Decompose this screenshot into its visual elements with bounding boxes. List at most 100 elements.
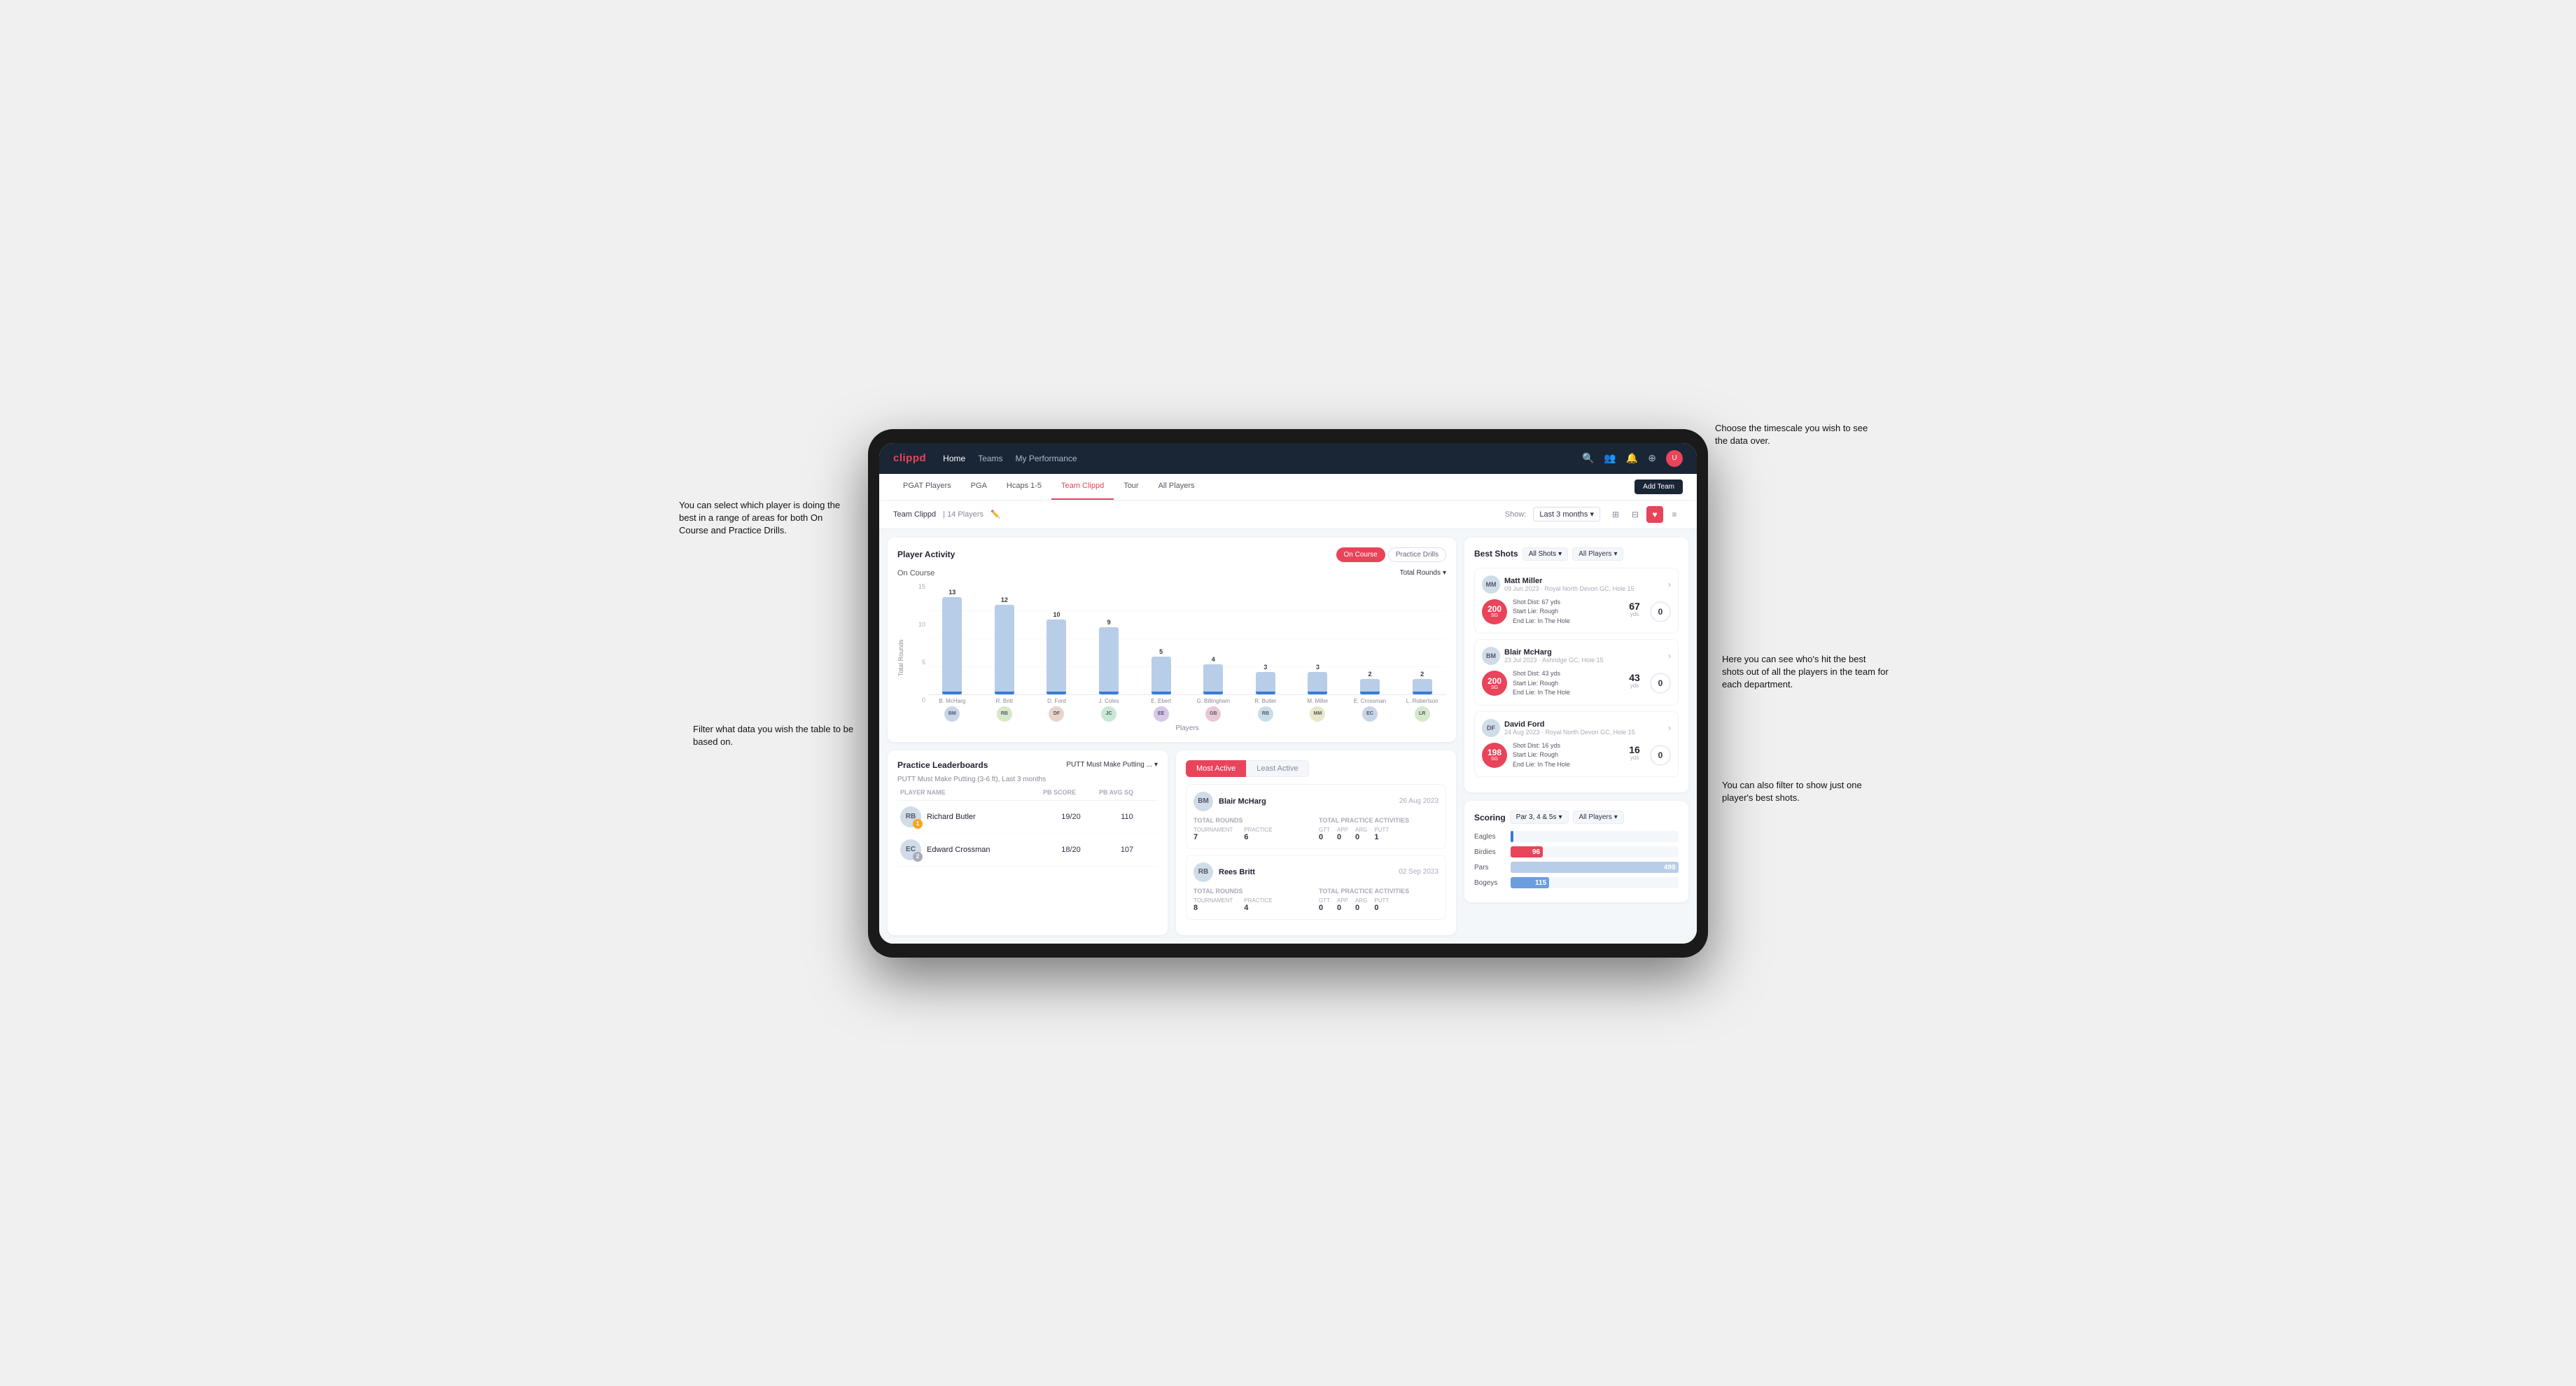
- toggle-practice[interactable]: Practice Drills: [1388, 547, 1446, 562]
- ma-gtt-group: GTT 0: [1319, 897, 1330, 912]
- ma-arg-group: ARG 0: [1355, 827, 1367, 841]
- add-team-button[interactable]: Add Team: [1634, 479, 1683, 494]
- view-icon-heart[interactable]: ♥: [1646, 506, 1663, 523]
- scoring-filter1[interactable]: Par 3, 4 & 5s ▾: [1510, 811, 1569, 824]
- ma-stats-section: Total Rounds Tournament 7 Practice 6 Tot…: [1194, 817, 1438, 841]
- view-icon-grid2[interactable]: ⊞: [1607, 506, 1624, 523]
- show-select[interactable]: Last 3 months ▾: [1533, 507, 1600, 522]
- bar[interactable]: [1256, 672, 1275, 694]
- bottom-panels: Practice Leaderboards PUTT Must Make Put…: [888, 750, 1456, 935]
- ma-players: BM Blair McHarg 26 Aug 2023 Total Rounds…: [1186, 784, 1446, 920]
- best-shots-panel: Best Shots All Shots ▾ All Players ▾ MM …: [1464, 538, 1688, 793]
- tab-tour[interactable]: Tour: [1114, 473, 1148, 500]
- tab-team-clippd[interactable]: Team Clippd: [1051, 473, 1114, 500]
- shot-card[interactable]: BM Blair McHarg 23 Jul 2023 · Ashridge G…: [1474, 639, 1679, 706]
- mini-avatar: DF: [1049, 706, 1064, 722]
- scoring-val: 96: [1532, 848, 1540, 856]
- bar[interactable]: [1203, 664, 1223, 694]
- chart-dropdown[interactable]: Total Rounds ▾: [1400, 569, 1446, 577]
- lb-row[interactable]: RB 1 Richard Butler 19/20 110: [897, 801, 1158, 834]
- chart-section-header: On Course Total Rounds ▾: [897, 569, 1446, 578]
- bar-highlight: [1413, 692, 1432, 694]
- ma-player-card[interactable]: BM Blair McHarg 26 Aug 2023 Total Rounds…: [1186, 784, 1446, 849]
- tab-hcaps[interactable]: Hcaps 1-5: [997, 473, 1051, 500]
- shot-location: 23 Jul 2023 · Ashridge GC, Hole 15: [1504, 657, 1664, 664]
- bar-highlight: [1099, 692, 1119, 694]
- ma-arg-group: ARG 0: [1355, 897, 1367, 912]
- tab-least-active[interactable]: Least Active: [1246, 760, 1308, 777]
- y-label-5: 5: [907, 659, 928, 666]
- rank-badge: 2: [913, 852, 923, 862]
- scoring-bar: [1511, 831, 1513, 842]
- annotation-left-bottom: Filter what data you wish the table to b…: [693, 723, 861, 748]
- ma-tournament-group: Tournament 7: [1194, 827, 1233, 841]
- bars-wrapper: 1312109543322: [928, 583, 1446, 695]
- best-shots-header: Best Shots All Shots ▾ All Players ▾: [1474, 547, 1679, 561]
- shot-card[interactable]: DF David Ford 24 Aug 2023 · Royal North …: [1474, 711, 1679, 778]
- chevron-right-icon: ›: [1668, 651, 1671, 661]
- scoring-val: 115: [1535, 879, 1546, 887]
- tab-all-players[interactable]: All Players: [1149, 473, 1205, 500]
- bs-filter-players[interactable]: All Players ▾: [1572, 547, 1623, 561]
- nav-link-performance[interactable]: My Performance: [1016, 454, 1077, 463]
- search-icon[interactable]: 🔍: [1582, 452, 1594, 464]
- user-avatar[interactable]: U: [1666, 450, 1683, 467]
- tab-most-active[interactable]: Most Active: [1186, 760, 1246, 777]
- shot-player-name: Blair McHarg: [1504, 648, 1664, 657]
- tab-pga[interactable]: PGA: [961, 473, 997, 500]
- bar-value: 3: [1316, 664, 1320, 671]
- bar[interactable]: [1360, 679, 1380, 694]
- add-icon[interactable]: ⊕: [1648, 452, 1656, 464]
- tab-pgat-players[interactable]: PGAT Players: [893, 473, 961, 500]
- bs-filter-shots[interactable]: All Shots ▾: [1522, 547, 1569, 561]
- team-name: Team Clippd: [893, 510, 936, 519]
- scoring-title: Scoring: [1474, 813, 1506, 822]
- shot-card[interactable]: MM Matt Miller 09 Jun 2023 · Royal North…: [1474, 568, 1679, 634]
- view-icon-grid3[interactable]: ⊟: [1627, 506, 1644, 523]
- scoring-panel: Scoring Par 3, 4 & 5s ▾ All Players ▾ Ea…: [1464, 801, 1688, 902]
- annotation-top-right: Choose the timescale you wish to see the…: [1715, 422, 1876, 447]
- lb-pb-score: 18/20: [1043, 846, 1099, 854]
- bar[interactable]: [1308, 672, 1327, 694]
- x-avatar: BM: [928, 706, 976, 722]
- bar-highlight: [1203, 692, 1223, 694]
- scoring-filter2[interactable]: All Players ▾: [1573, 811, 1624, 824]
- x-avatars: BMRBDFJCEEGBRBMMECLR: [928, 706, 1446, 722]
- lb-col-headers: PLAYER NAME PB SCORE PB AVG SQ: [897, 789, 1158, 801]
- scoring-header: Scoring Par 3, 4 & 5s ▾ All Players ▾: [1474, 811, 1679, 824]
- bar[interactable]: [1099, 627, 1119, 694]
- bar[interactable]: [1152, 657, 1171, 694]
- view-icon-list[interactable]: ≡: [1666, 506, 1683, 523]
- bar[interactable]: [942, 597, 962, 694]
- nav-link-home[interactable]: Home: [943, 454, 965, 463]
- ma-practice-value: 6: [1244, 833, 1272, 841]
- lb-dropdown[interactable]: PUTT Must Make Putting ... ▾: [1066, 761, 1158, 769]
- lb-player: EC 2 Edward Crossman: [900, 839, 1043, 860]
- ma-rounds-values: Tournament 7 Practice 6: [1194, 827, 1313, 841]
- lb-player-name: Edward Crossman: [927, 846, 990, 854]
- shot-card-header: MM Matt Miller 09 Jun 2023 · Royal North…: [1482, 575, 1671, 594]
- mini-avatar: RB: [997, 706, 1012, 722]
- nav-link-teams[interactable]: Teams: [978, 454, 1002, 463]
- people-icon[interactable]: 👥: [1604, 452, 1616, 464]
- bar-group: 9: [1085, 619, 1133, 694]
- edit-icon[interactable]: ✏️: [990, 510, 1000, 519]
- lb-subtitle: PUTT Must Make Putting (3-6 ft), Last 3 …: [897, 776, 1158, 783]
- scoring-label: Eagles: [1474, 833, 1506, 841]
- scoring-bar: 96: [1511, 846, 1543, 858]
- toggle-on-course[interactable]: On Course: [1336, 547, 1385, 562]
- annotation-right-mid: Here you can see who's hit the best shot…: [1722, 653, 1890, 692]
- bar[interactable]: [1046, 620, 1066, 694]
- ma-player-card[interactable]: RB Rees Britt 02 Sep 2023 Total Rounds T…: [1186, 855, 1446, 920]
- rank-badge: 1: [913, 819, 923, 829]
- bar[interactable]: [995, 605, 1014, 694]
- player-activity-panel: Player Activity On Course Practice Drill…: [888, 538, 1456, 742]
- bar[interactable]: [1413, 679, 1432, 694]
- lb-row[interactable]: EC 2 Edward Crossman 18/20 107: [897, 834, 1158, 867]
- shot-badge-num: 200: [1488, 605, 1502, 613]
- bell-icon[interactable]: 🔔: [1626, 452, 1638, 464]
- bar-highlight: [1152, 692, 1171, 694]
- shot-desc: Shot Dist: 67 ydsStart Lie: RoughEnd Lie…: [1513, 598, 1616, 626]
- shot-desc: Shot Dist: 16 ydsStart Lie: RoughEnd Lie…: [1513, 741, 1616, 770]
- tablet-screen: clippd Home Teams My Performance 🔍 👥 🔔 ⊕…: [879, 443, 1697, 944]
